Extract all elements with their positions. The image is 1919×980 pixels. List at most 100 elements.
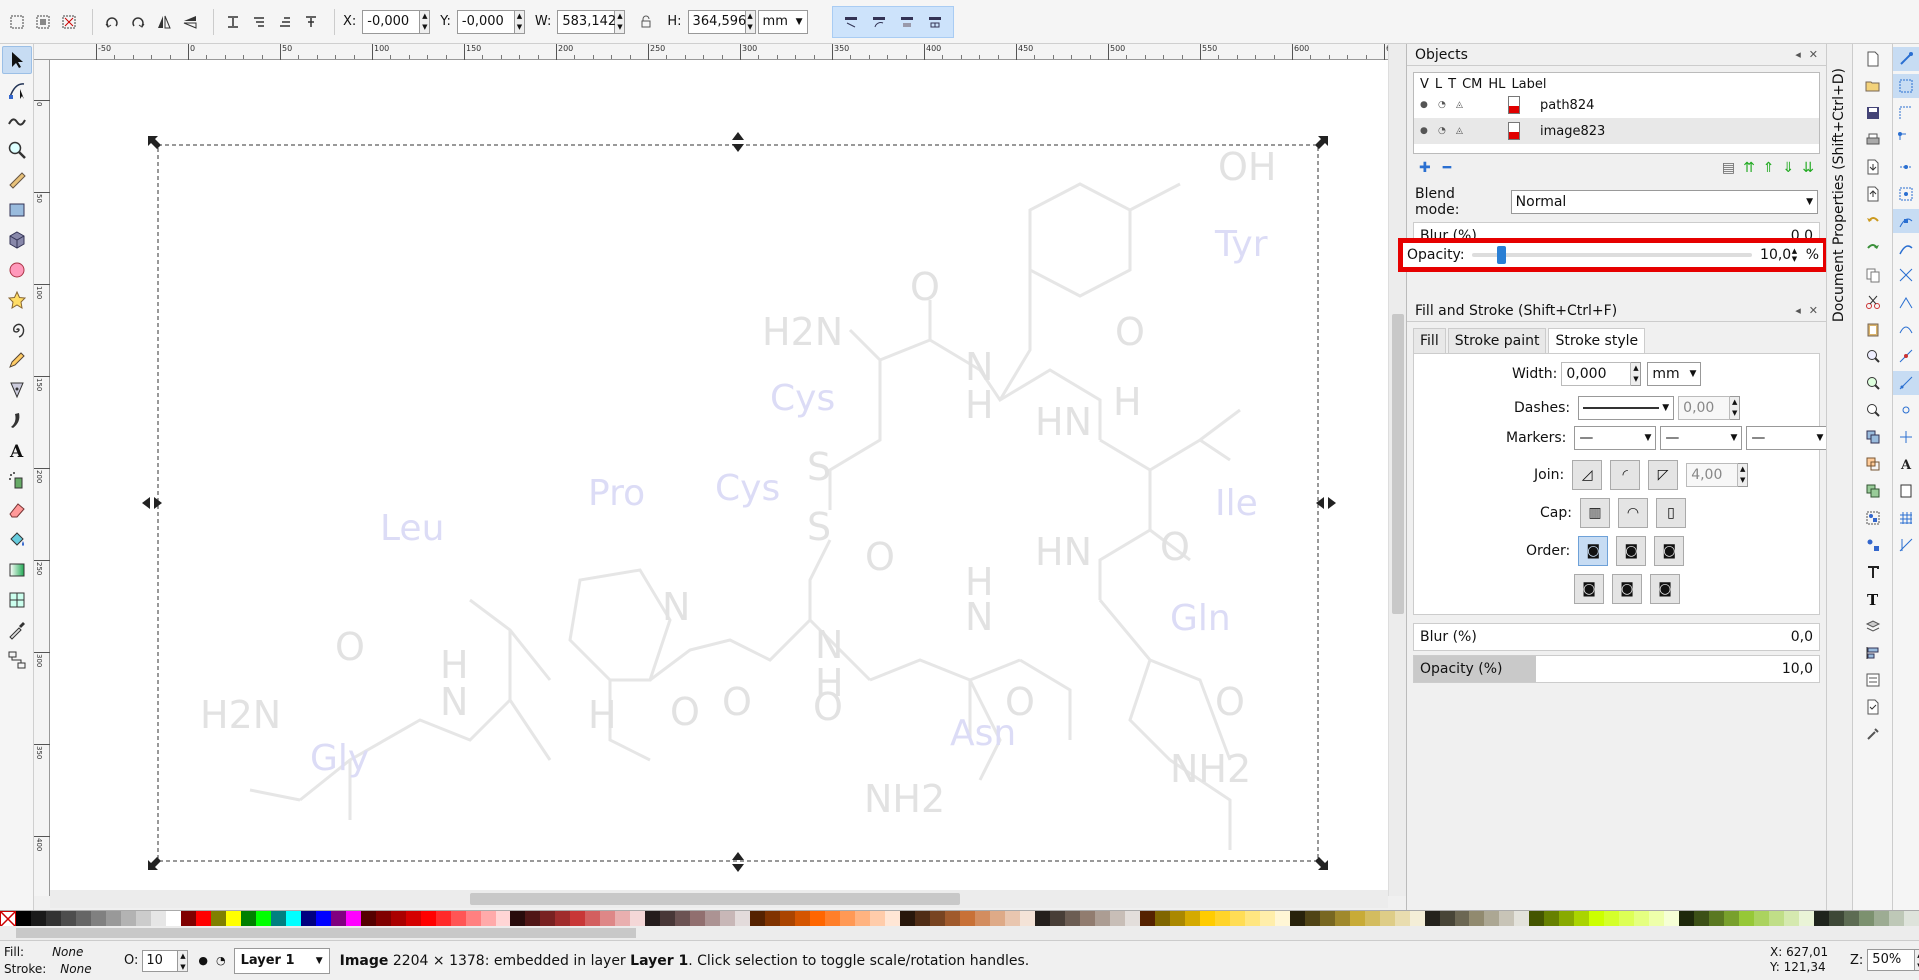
3d-box-tool-icon[interactable] — [2, 226, 32, 254]
palette-swatch[interactable] — [30, 911, 46, 927]
palette-swatch[interactable] — [180, 911, 196, 927]
palette-swatch[interactable] — [255, 911, 271, 927]
palette-swatch[interactable] — [1754, 911, 1770, 927]
document-settings-icon[interactable] — [1860, 695, 1886, 719]
palette-swatch[interactable] — [1469, 911, 1485, 927]
palette-swatch[interactable] — [390, 911, 406, 927]
drawing-canvas[interactable]: Tyr Cys Cys Pro Leu Ile Gln Asn Gly OH H… — [50, 60, 1388, 896]
layer-visible-icon[interactable]: ● — [198, 954, 208, 967]
lower-to-bottom-icon[interactable]: ⇊ — [1802, 160, 1814, 176]
snap-rotation-center-icon[interactable] — [1893, 425, 1919, 449]
palette-swatch[interactable] — [930, 911, 946, 927]
palette-swatch[interactable] — [300, 911, 316, 927]
palette-swatch[interactable] — [1124, 911, 1140, 927]
lock-icon[interactable]: ◔ — [1438, 126, 1448, 136]
snap-enable-icon[interactable] — [1893, 47, 1919, 71]
palette-swatch[interactable] — [90, 911, 106, 927]
palette-swatch[interactable] — [660, 911, 676, 927]
palette-swatch[interactable] — [750, 911, 766, 927]
palette-swatch[interactable] — [1799, 911, 1815, 927]
palette-swatch[interactable] — [1334, 911, 1350, 927]
palette-swatch[interactable] — [1694, 911, 1710, 927]
snap-smooth-icon[interactable] — [1893, 317, 1919, 341]
palette-swatch[interactable] — [285, 911, 301, 927]
palette-swatch[interactable] — [495, 911, 511, 927]
eraser-tool-icon[interactable] — [2, 496, 32, 524]
palette-swatch[interactable] — [1619, 911, 1635, 927]
palette-swatch[interactable] — [270, 911, 286, 927]
object-row-path824[interactable]: ● ◔ ◬ path824 — [1414, 92, 1819, 118]
snap-bbox-edge-icon[interactable] — [1893, 101, 1919, 125]
snap-paths-icon[interactable] — [1893, 236, 1919, 260]
duplicate-icon[interactable] — [1860, 425, 1886, 449]
palette-swatch[interactable] — [1199, 911, 1215, 927]
horizontal-scrollbar[interactable] — [50, 890, 1388, 908]
tab-stroke-style[interactable]: Stroke style — [1548, 328, 1646, 353]
palette-swatch[interactable] — [1739, 911, 1755, 927]
export-icon[interactable] — [1860, 182, 1886, 206]
cap-round-icon[interactable]: ◠ — [1617, 498, 1648, 528]
flip-horizontal-icon[interactable] — [153, 11, 175, 33]
dashes-select[interactable]: ▼ — [1578, 396, 1675, 420]
palette-swatch[interactable] — [690, 911, 706, 927]
palette-swatch[interactable] — [1844, 911, 1860, 927]
visible-eye-icon[interactable]: ● — [1420, 100, 1430, 110]
palette-swatch[interactable] — [1664, 911, 1680, 927]
ungroup-icon[interactable] — [1860, 533, 1886, 557]
palette-swatch[interactable] — [1574, 911, 1590, 927]
palette-swatch[interactable] — [645, 911, 661, 927]
spray-tool-icon[interactable] — [2, 466, 32, 494]
palette-swatch[interactable] — [480, 911, 496, 927]
paint-bucket-tool-icon[interactable] — [2, 526, 32, 554]
scale-corners-icon[interactable] — [868, 11, 890, 33]
palette-swatch[interactable] — [1154, 911, 1170, 927]
raise-to-top-icon[interactable] — [300, 11, 322, 33]
palette-swatch[interactable] — [1514, 911, 1530, 927]
palette-swatch[interactable] — [120, 911, 136, 927]
palette-swatch[interactable] — [1319, 911, 1335, 927]
palette-swatch[interactable] — [1169, 911, 1185, 927]
fs-blur-field[interactable]: Blur (%) 0,0 — [1413, 623, 1820, 651]
palette-swatch[interactable] — [225, 911, 241, 927]
palette-swatch[interactable] — [135, 911, 151, 927]
palette-swatch[interactable] — [1139, 911, 1155, 927]
measure-tool-icon[interactable] — [2, 166, 32, 194]
unlink-clone-icon[interactable] — [1860, 479, 1886, 503]
w-spinner[interactable]: ▲ ▼ — [615, 9, 626, 34]
save-icon[interactable] — [1860, 101, 1886, 125]
gradient-tool-icon[interactable] — [2, 556, 32, 584]
palette-swatch[interactable] — [1679, 911, 1695, 927]
dropper-tool-icon[interactable] — [2, 616, 32, 644]
xml-editor-icon[interactable] — [1860, 560, 1886, 584]
palette-swatch[interactable] — [16, 911, 31, 927]
palette-swatch[interactable] — [510, 911, 526, 927]
palette-swatch[interactable] — [705, 911, 721, 927]
palette-swatch[interactable] — [1874, 911, 1890, 927]
palette-swatch[interactable] — [1214, 911, 1230, 927]
highlight-color-swatch[interactable] — [1508, 122, 1520, 140]
order-markers-fill-stroke-icon[interactable]: ◙ — [1574, 574, 1604, 604]
palette-swatch[interactable] — [915, 911, 931, 927]
lower-icon[interactable]: ⇓ — [1783, 160, 1795, 176]
palette-scroll-thumb[interactable] — [16, 928, 636, 938]
zoom-spinner[interactable]: ▲▼ — [1915, 949, 1919, 971]
order-stroke-markers-fill-icon[interactable]: ◙ — [1612, 574, 1642, 604]
palette-swatch[interactable] — [885, 911, 901, 927]
print-icon[interactable] — [1860, 128, 1886, 152]
layer-select[interactable]: Layer 1 ▼ — [233, 947, 330, 974]
miter-limit-input[interactable]: 4,00 — [1686, 463, 1739, 487]
vertical-scrollbar[interactable] — [1388, 44, 1406, 896]
palette-swatch[interactable] — [420, 911, 436, 927]
palette-swatch[interactable] — [720, 911, 736, 927]
join-round-icon[interactable]: ◜ — [1610, 460, 1641, 490]
palette-swatch[interactable] — [1439, 911, 1455, 927]
order-stroke-fill-markers-icon[interactable]: ◙ — [1616, 536, 1647, 566]
add-layer-icon[interactable]: ✚ — [1419, 160, 1431, 176]
move-patterns-icon[interactable] — [924, 11, 946, 33]
rotate-cw-icon[interactable] — [127, 11, 149, 33]
palette-swatch[interactable] — [1064, 911, 1080, 927]
tab-stroke-paint[interactable]: Stroke paint — [1447, 328, 1547, 353]
palette-swatch[interactable] — [1859, 911, 1875, 927]
unit-select[interactable]: mm ▼ — [757, 9, 808, 34]
palette-scrollbar[interactable] — [0, 926, 1919, 940]
